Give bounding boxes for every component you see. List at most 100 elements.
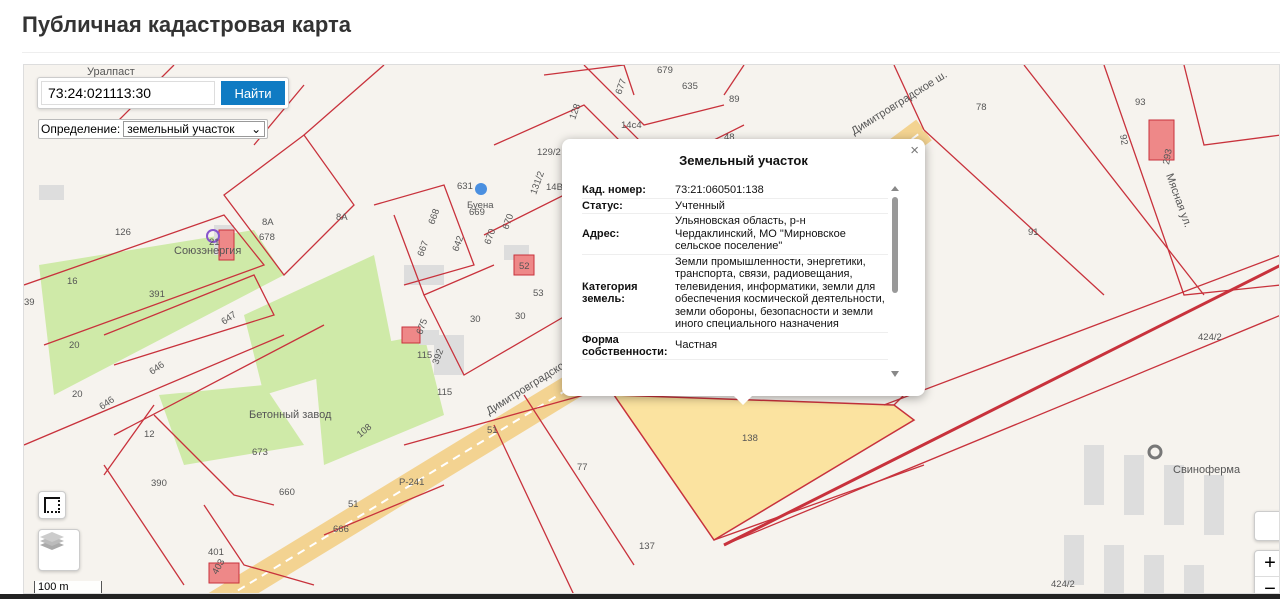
row-key: Адрес: xyxy=(582,227,620,240)
zoom-out-button[interactable]: − xyxy=(1255,575,1279,593)
taskbar-strip xyxy=(0,594,1280,599)
map-label: 12 xyxy=(144,429,155,440)
map-label: 52 xyxy=(519,261,530,272)
scroll-thumb[interactable] xyxy=(892,197,898,293)
definition-selected: земельный участок xyxy=(127,122,235,136)
row-status: Статус: Учтенный xyxy=(582,199,888,214)
parcel-boundary xyxy=(1183,65,1279,146)
building xyxy=(1144,555,1164,593)
map-label: 8А xyxy=(262,217,274,228)
map-label: 131/2 xyxy=(528,170,546,196)
map-label: 20 xyxy=(69,340,80,351)
map-label: Мясная ул. xyxy=(1163,172,1194,229)
parcel-info-popup: × Земельный участок Кад. номер: 73:21:060… xyxy=(562,139,925,405)
cadastral-number-input[interactable] xyxy=(41,81,215,105)
definition-select[interactable]: земельный участок ⌄ xyxy=(123,121,266,137)
scroll-up-icon[interactable] xyxy=(891,186,899,191)
map-label: 89 xyxy=(729,94,740,105)
definition-control: Определение: земельный участок ⌄ xyxy=(38,119,269,139)
row-value: Земли промышленности, энергетики, трансп… xyxy=(675,255,885,331)
map-label: 138 xyxy=(742,433,758,444)
zoom-control: + − xyxy=(1254,550,1279,593)
building xyxy=(1204,475,1224,535)
map-label: 678 xyxy=(259,232,275,243)
find-button[interactable]: Найти xyxy=(221,81,285,105)
layers-button[interactable] xyxy=(38,529,80,571)
map-label: 78 xyxy=(976,102,987,113)
map-label: 129/2 xyxy=(537,147,561,158)
map-label: 14с4 xyxy=(621,120,642,131)
map-label: 77 xyxy=(577,462,588,473)
cafe-poi-icon xyxy=(475,183,487,195)
layers-icon xyxy=(40,532,64,550)
map-label: Димитровградское ш. xyxy=(849,69,949,138)
map-label: 635 xyxy=(682,81,698,92)
map-tool-button[interactable] xyxy=(1254,511,1279,541)
parcel-boundary xyxy=(523,394,635,566)
map-label: 646 xyxy=(97,394,116,412)
map-label: 30 xyxy=(470,314,481,325)
popup-title: Земельный участок xyxy=(679,153,808,168)
fullscreen-icon xyxy=(44,497,60,513)
map-label: 670 xyxy=(482,227,498,246)
map-label: 53 xyxy=(533,288,544,299)
fullscreen-button[interactable] xyxy=(38,491,66,519)
building xyxy=(1104,545,1124,593)
map-label: 631 xyxy=(457,181,473,192)
map-label: 51 xyxy=(348,499,359,510)
map-label: 115 xyxy=(417,350,432,361)
building xyxy=(1084,445,1104,505)
map-label: 646 xyxy=(147,359,166,377)
row-key: Кад. номер: xyxy=(582,184,646,197)
parcel-boundary xyxy=(723,65,745,96)
scroll-down-icon[interactable] xyxy=(891,371,899,377)
map-label: 391 xyxy=(149,289,165,300)
row-ownership: Форма собственности: Частная xyxy=(582,333,888,360)
row-value: Учтенный xyxy=(675,199,725,212)
parcel-boundary xyxy=(103,464,185,586)
map-label: 21 xyxy=(209,237,220,248)
map-label: 91 xyxy=(1028,227,1039,238)
row-value: Частная xyxy=(675,339,718,352)
map-label: Союзэнергия xyxy=(174,245,241,257)
map-label: 667 xyxy=(415,239,431,258)
map-label: 8А xyxy=(336,212,348,223)
zoom-in-button[interactable]: + xyxy=(1264,551,1276,576)
map-label: 93 xyxy=(1135,97,1146,108)
map-label: 16 xyxy=(67,276,78,287)
row-value: Ульяновская область, р-н Чердаклинский, … xyxy=(675,215,846,252)
pig-farm-poi-icon xyxy=(1147,444,1163,460)
parcel-boundary xyxy=(883,255,1279,406)
chevron-down-icon: ⌄ xyxy=(251,122,262,136)
map-label: 679 xyxy=(657,65,673,76)
row-value: 73:21:060501:138 xyxy=(675,184,764,196)
map-label: 115 xyxy=(437,387,452,398)
map-label: 14В xyxy=(546,182,563,193)
building xyxy=(1124,455,1144,515)
map-label: 677 xyxy=(613,77,629,96)
map-label: 668 xyxy=(426,207,442,226)
map-label: 39 xyxy=(24,297,35,308)
divider xyxy=(22,52,1280,53)
building xyxy=(1064,535,1084,585)
popup-pointer xyxy=(733,395,753,405)
map-label: 126 xyxy=(115,227,131,238)
building xyxy=(39,185,64,200)
map-label: Буена xyxy=(467,200,494,211)
map-label: 666 xyxy=(333,524,349,535)
parcel-boundary xyxy=(543,65,625,76)
map-label: 424/2 xyxy=(1198,332,1222,343)
popup-scrollbar[interactable] xyxy=(891,185,899,379)
map-label: 293 xyxy=(1161,148,1175,166)
map-label: 647 xyxy=(219,309,238,327)
map-label: 137 xyxy=(639,541,655,552)
map-label: 390 xyxy=(151,478,167,489)
map-label: 20 xyxy=(72,389,83,400)
map-label: 670 xyxy=(500,212,516,231)
row-cad-number: Кад. номер: 73:21:060501:138 xyxy=(582,183,888,199)
parcel-boundary xyxy=(493,424,574,593)
parcel-boundary xyxy=(583,65,725,126)
popup-details[interactable]: Кад. номер: 73:21:060501:138 Статус: Учтен… xyxy=(582,183,888,377)
row-key: Форма собственности: xyxy=(582,333,668,358)
map-label: 92 xyxy=(1117,134,1130,146)
